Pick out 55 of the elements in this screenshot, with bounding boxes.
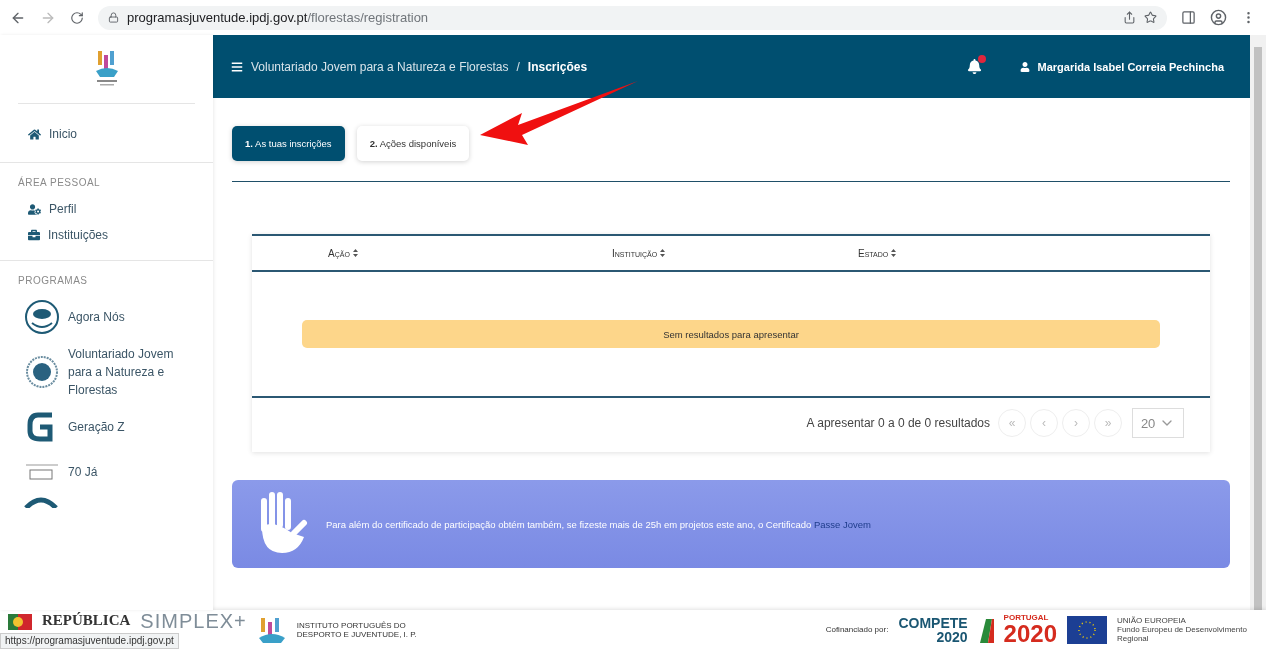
page-size-select[interactable]: 20 <box>1132 408 1184 438</box>
home-icon <box>28 127 41 141</box>
eu-flag-icon <box>1067 615 1107 644</box>
section-title: PROGRAMAS <box>17 275 89 288</box>
sidebar-item[interactable]: Perfil <box>0 196 213 222</box>
menu-icon[interactable] <box>231 60 243 73</box>
program-item[interactable]: Geração Z <box>0 404 213 450</box>
republica-text: REPÚBLICA <box>42 612 131 629</box>
address-bar[interactable]: programasjuventude.ipdj.gov.pt/florestas/registration <box>98 5 1167 30</box>
briefcase-icon <box>28 229 40 241</box>
profile-icon[interactable] <box>1210 9 1227 26</box>
step-tab[interactable]: 2. Ações disponíveis <box>356 126 470 161</box>
portugal-flag-icon <box>977 616 994 643</box>
empty-alert: Sem resultados para apresentar <box>302 320 1160 348</box>
program-item[interactable]: Agora Nós <box>0 294 213 340</box>
share-icon[interactable] <box>1123 11 1136 24</box>
status-url: https://programasjuventude.ipdj.gov.pt <box>0 633 179 649</box>
circle-logo-icon <box>24 299 60 335</box>
ipdj-name: INSTITUTO PORTUGUÊS DO DESPORTO E JUVENTUDE, I. P. <box>296 620 418 639</box>
sort-icon <box>352 248 358 257</box>
column-header[interactable]: Estado <box>858 247 1210 259</box>
compete-logo-text: COMPETE 2020 <box>898 615 968 644</box>
lock-icon <box>108 12 119 23</box>
banner-text: Para além do certificado de participação obtém também, se fizeste mais de 25h em projetos este ano, o Certificado Passe Jovem <box>326 518 871 530</box>
column-header[interactable]: Ação <box>328 247 612 259</box>
breadcrumb-item[interactable]: Voluntariado Jovem para a Natureza e Florestas <box>251 59 509 74</box>
simplex-logo-text: SIMPLEX+ <box>140 610 247 632</box>
user-name[interactable]: Margarida Isabel Correia Pechincha <box>1037 60 1224 73</box>
results-summary: A apresentar 0 a 0 de 0 resultados <box>806 416 990 430</box>
reload-icon[interactable] <box>70 10 84 25</box>
sort-icon <box>659 248 665 257</box>
home-link[interactable]: Inicio <box>0 118 213 150</box>
flag-emblem-icon <box>8 614 32 630</box>
eu-fund-text: UNIÃO EUROPEIA Fundo Europeu de Desenvolvimento Regional <box>1117 616 1248 643</box>
breadcrumb-separator: / <box>516 59 520 74</box>
program-item[interactable]: Voluntariado Jovem para a Natureza e Florestas <box>0 340 213 404</box>
passe-jovem-link[interactable]: Passe Jovem <box>813 518 871 530</box>
scrollbar-thumb[interactable] <box>1254 47 1262 610</box>
star-icon[interactable] <box>1144 11 1157 24</box>
ipdj-logo-icon <box>256 615 287 644</box>
cofinanciado-label: Cofinanciado por: <box>825 625 889 634</box>
step-tab[interactable]: 1. As tuas inscrições <box>232 126 345 161</box>
column-header[interactable]: Instituição <box>612 247 858 259</box>
program-item[interactable]: 70 Já <box>0 450 213 494</box>
badge-logo-icon <box>24 462 60 482</box>
side-panel-icon[interactable] <box>1181 10 1196 25</box>
user-icon <box>1019 61 1030 72</box>
breadcrumb-item: Inscrições <box>527 59 588 74</box>
sort-icon <box>891 248 897 257</box>
url-text: programasjuventude.ipdj.gov.pt/florestas/registration <box>127 10 429 25</box>
user-cog-icon <box>28 202 41 216</box>
round-emblem-icon <box>24 354 60 390</box>
sidebar-item[interactable]: Instituições <box>0 222 213 248</box>
section-title: ÁREA PESSOAL <box>17 177 102 190</box>
portugal-2020-logo-text: PORTUGAL 2020 <box>1003 613 1057 646</box>
